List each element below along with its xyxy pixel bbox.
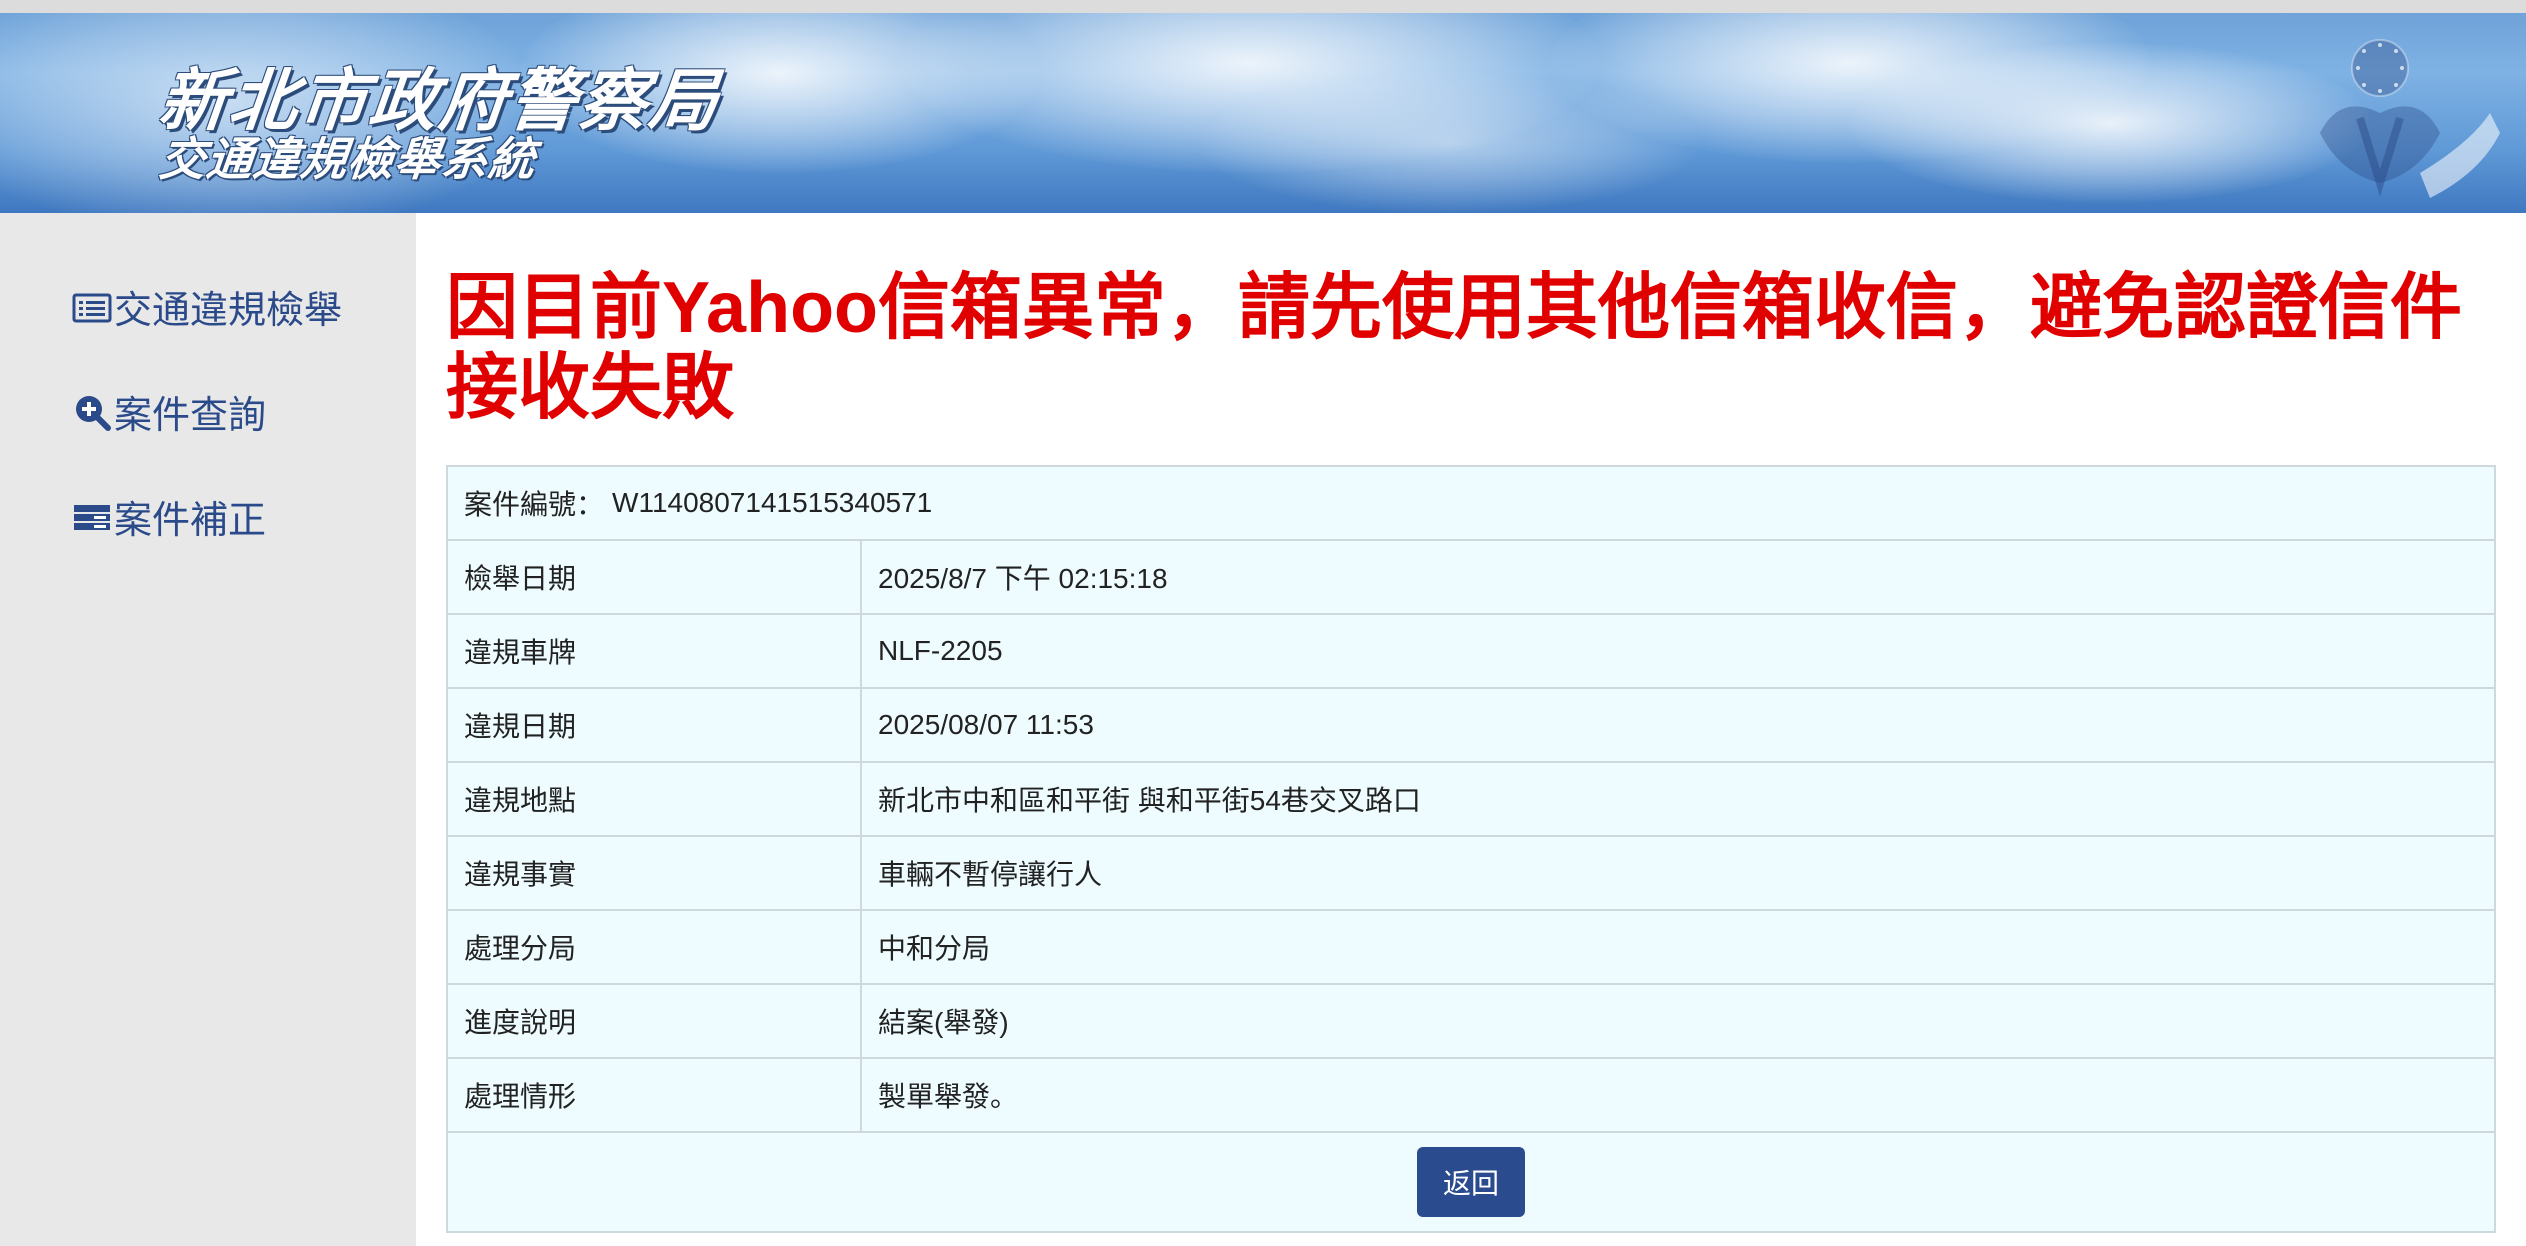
- row-value: 2025/08/07 11:53: [878, 709, 1094, 740]
- row-label: 違規車牌: [448, 615, 862, 687]
- case-number-cell: 案件編號： W1140807141515340571: [448, 467, 2494, 539]
- table-row: 檢舉日期 2025/8/7 下午 02:15:18: [448, 541, 2494, 615]
- button-row: 返回: [448, 1133, 2494, 1231]
- row-label: 檢舉日期: [448, 541, 862, 613]
- row-label: 處理情形: [448, 1059, 862, 1131]
- sidebar: 交通違規檢舉 案件查詢 案件補正: [0, 213, 416, 1246]
- table-row: 違規車牌 NLF-2205: [448, 615, 2494, 689]
- row-value: 車輛不暫停讓行人: [878, 859, 1103, 890]
- table-row: 違規日期 2025/08/07 11:53: [448, 689, 2494, 763]
- site-subtitle: 交通違規檢舉系統: [156, 132, 539, 186]
- browser-top-edge: [0, 0, 2526, 13]
- table-row: 違規地點 新北市中和區和平街 與和平街54巷交叉路口: [448, 763, 2494, 837]
- search-plus-icon: [76, 395, 111, 431]
- row-value: 新北市中和區和平街 與和平街54巷交叉路口: [878, 785, 1421, 816]
- row-label: 處理分局: [448, 911, 862, 983]
- row-value: 中和分局: [878, 933, 991, 964]
- sidebar-item-report[interactable]: 交通違規檢舉: [72, 279, 342, 334]
- row-value: 結案(舉發): [878, 1007, 1009, 1038]
- case-number-value: W1140807141515340571: [612, 487, 933, 518]
- table-row: 進度說明 結案(舉發): [448, 985, 2494, 1059]
- header-banner: 新北市政府警察局 交通違規檢舉系統: [0, 13, 2526, 213]
- sidebar-item-label: 交通違規檢舉: [114, 290, 343, 332]
- row-value: NLF-2205: [878, 635, 1003, 666]
- case-detail-table: 案件編號： W1140807141515340571 檢舉日期 2025/8/7…: [446, 465, 2496, 1233]
- sidebar-item-case-correction[interactable]: 案件補正: [72, 489, 266, 544]
- main-content: 因目前Yahoo信箱異常，請先使用其他信箱收信，避免認證信件接收失敗 案件編號：…: [416, 213, 2526, 1246]
- row-label: 違規日期: [448, 689, 862, 761]
- police-emblem-icon: [2320, 39, 2500, 198]
- stack-icon: [74, 504, 110, 530]
- table-row: 違規事實 車輛不暫停讓行人: [448, 837, 2494, 911]
- case-number-label: 案件編號：: [464, 489, 605, 520]
- sidebar-item-label: 案件補正: [114, 500, 267, 542]
- alert-message: 因目前Yahoo信箱異常，請先使用其他信箱收信，避免認證信件接收失敗: [446, 268, 2463, 428]
- row-label: 違規地點: [448, 763, 862, 835]
- sidebar-item-label: 案件查詢: [114, 395, 267, 437]
- sidebar-item-case-query[interactable]: 案件查詢: [72, 384, 266, 439]
- list-icon: [72, 293, 112, 322]
- row-label: 違規事實: [448, 837, 862, 909]
- table-row: 處理分局 中和分局: [448, 911, 2494, 985]
- case-number-row: 案件編號： W1140807141515340571: [448, 467, 2494, 541]
- back-button[interactable]: 返回: [1417, 1147, 1525, 1217]
- row-value: 2025/8/7 下午 02:15:18: [878, 563, 1168, 594]
- row-value: 製單舉發。: [878, 1081, 1019, 1112]
- row-label: 進度說明: [448, 985, 862, 1057]
- table-row: 處理情形 製單舉發。: [448, 1059, 2494, 1133]
